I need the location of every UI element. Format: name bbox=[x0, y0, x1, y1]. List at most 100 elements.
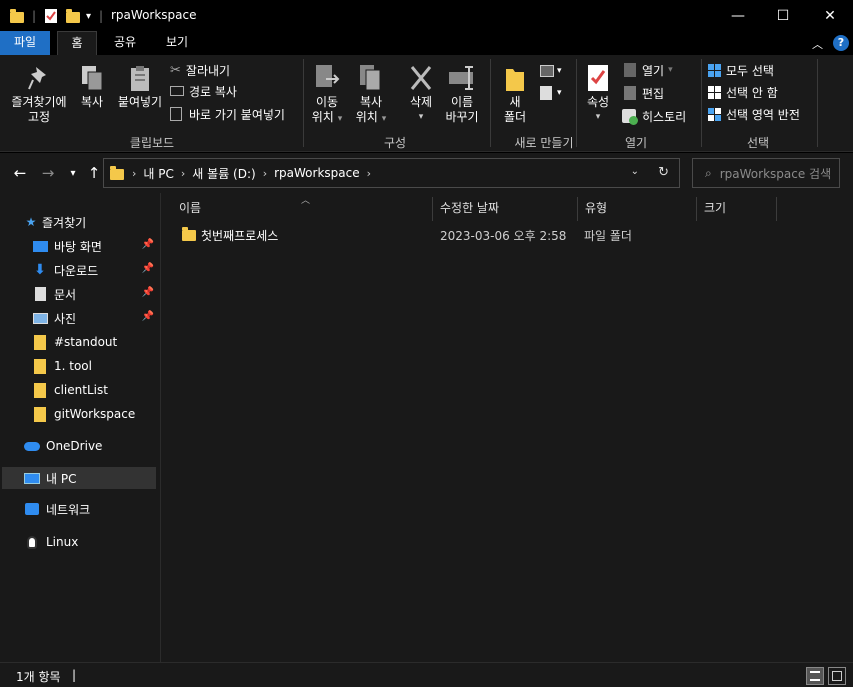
title-bar: | ▾ | rpaWorkspace — ☐ ✕ bbox=[0, 0, 853, 31]
nav-item-documents[interactable]: 문서 📌 bbox=[32, 283, 156, 305]
pin-icon[interactable]: 📌 bbox=[142, 239, 154, 250]
nav-item-clientlist[interactable]: clientList bbox=[32, 379, 156, 401]
rename-button[interactable]: 이름 바꾸기 bbox=[440, 63, 484, 125]
move-to-button[interactable]: 이동 위치 ▾ bbox=[308, 63, 346, 127]
address-dropdown-icon[interactable]: ⌄ bbox=[631, 166, 639, 177]
refresh-icon[interactable]: ↻ bbox=[658, 165, 669, 180]
help-icon[interactable]: ? bbox=[833, 35, 849, 51]
new-folder-button[interactable]: 새 폴더 bbox=[496, 63, 534, 125]
group-label-new: 새로 만들기 bbox=[514, 136, 574, 150]
nav-label: 내 PC bbox=[46, 471, 77, 486]
close-button[interactable]: ✕ bbox=[807, 0, 853, 31]
new-folder-quick-icon[interactable] bbox=[66, 7, 80, 25]
folder-icon bbox=[182, 227, 196, 252]
penguin-icon bbox=[24, 534, 40, 550]
pin-icon[interactable]: 📌 bbox=[142, 311, 154, 322]
delete-button[interactable]: 삭제 ▾ bbox=[402, 63, 440, 125]
pin-icon[interactable]: 📌 bbox=[142, 263, 154, 274]
minimize-button[interactable]: — bbox=[715, 0, 761, 31]
pin-to-quick-access-button[interactable]: 즐겨찾기에 고정 bbox=[6, 65, 72, 125]
search-placeholder: rpaWorkspace 검색 bbox=[719, 166, 832, 181]
back-button[interactable]: ← bbox=[10, 163, 30, 183]
forward-button[interactable]: → bbox=[38, 163, 58, 183]
chevron-down-icon: ▾ bbox=[381, 114, 387, 124]
table-row[interactable]: 첫번째프로세스 2023-03-06 오후 2:58 파일 폴더 bbox=[161, 225, 853, 247]
maximize-button[interactable]: ☐ bbox=[760, 0, 806, 31]
search-input[interactable]: ⌕ rpaWorkspace 검색 bbox=[692, 158, 840, 188]
tab-file[interactable]: 파일 bbox=[0, 31, 50, 55]
nav-item-pictures[interactable]: 사진 📌 bbox=[32, 307, 156, 329]
chevron-right-icon: › bbox=[262, 166, 268, 180]
nav-item-gitworkspace[interactable]: gitWorkspace bbox=[32, 403, 156, 425]
move-to-label-2-text: 위치 bbox=[311, 110, 334, 124]
item-count: 1개 항목 bbox=[16, 670, 61, 684]
column-header-size[interactable]: 크기 bbox=[697, 197, 777, 221]
history-label: 히스토리 bbox=[642, 109, 687, 124]
cut-button[interactable]: ✂ 잘라내기 bbox=[170, 60, 230, 80]
column-header-modified[interactable]: 수정한 날짜 bbox=[433, 197, 578, 221]
tab-share[interactable]: 공유 bbox=[105, 31, 145, 55]
pin-icon[interactable]: 📌 bbox=[142, 287, 154, 298]
chevron-right-icon: › bbox=[366, 166, 372, 180]
copy-to-button[interactable]: 복사 위치 ▾ bbox=[352, 63, 390, 127]
nav-item-downloads[interactable]: ⬇ 다운로드 📌 bbox=[32, 259, 156, 281]
properties-button[interactable]: 속성 ▾ bbox=[580, 63, 616, 125]
nav-item-linux[interactable]: Linux bbox=[24, 531, 156, 553]
history-button[interactable]: 히스토리 bbox=[622, 106, 686, 126]
details-view-button[interactable] bbox=[806, 667, 824, 685]
rename-icon bbox=[440, 63, 484, 95]
copy-button[interactable]: 복사 bbox=[76, 65, 108, 110]
group-label-open: 열기 bbox=[624, 136, 648, 150]
select-none-button[interactable]: 선택 안 함 bbox=[708, 82, 778, 102]
nav-item-network[interactable]: 네트워크 bbox=[24, 498, 156, 520]
new-item-button[interactable]: ▾ bbox=[540, 61, 562, 81]
customize-quick-access-icon[interactable]: ▾ bbox=[86, 7, 91, 25]
nav-item-standout[interactable]: #standout bbox=[32, 331, 156, 353]
network-icon bbox=[24, 501, 40, 517]
paste-button[interactable]: 붙여넣기 bbox=[114, 65, 166, 110]
pin-icon bbox=[6, 65, 72, 95]
open-button[interactable]: 열기 ▾ bbox=[624, 60, 673, 80]
nav-item-onedrive[interactable]: OneDrive bbox=[24, 435, 156, 457]
breadcrumb-this-pc[interactable]: 내 PC bbox=[143, 165, 173, 182]
chevron-down-icon: ▾ bbox=[595, 112, 601, 122]
breadcrumb-rpaworkspace[interactable]: rpaWorkspace bbox=[274, 166, 360, 180]
pictures-icon bbox=[32, 310, 48, 326]
invert-selection-button[interactable]: 선택 영역 반전 bbox=[708, 104, 800, 124]
chevron-right-icon: › bbox=[180, 166, 186, 180]
nav-item-quick-access[interactable]: ★ 즐겨찾기 bbox=[24, 211, 178, 233]
group-divider bbox=[303, 59, 304, 147]
copy-to-label-2-text: 위치 bbox=[355, 110, 378, 124]
large-icons-view-button[interactable] bbox=[828, 667, 846, 685]
select-none-label: 선택 안 함 bbox=[726, 85, 778, 100]
nav-label: 문서 bbox=[54, 287, 77, 302]
column-header-name[interactable]: 이름 bbox=[172, 197, 433, 221]
collapse-ribbon-icon[interactable]: ︿ bbox=[812, 36, 823, 52]
scissors-icon: ✂ bbox=[170, 62, 181, 78]
paste-shortcut-button[interactable]: 바로 가기 붙여넣기 bbox=[170, 104, 285, 124]
properties-quick-icon[interactable] bbox=[44, 7, 58, 25]
recent-locations-button[interactable]: ▾ bbox=[63, 163, 83, 183]
group-divider bbox=[576, 59, 577, 147]
copy-path-button[interactable]: 경로 복사 bbox=[170, 81, 237, 101]
rename-label: 이름 bbox=[450, 95, 474, 109]
easy-access-button[interactable]: ▾ bbox=[540, 83, 562, 103]
breadcrumb-volume-d[interactable]: 새 볼륨 (D:) bbox=[192, 165, 255, 182]
up-button[interactable]: ↑ bbox=[84, 163, 104, 183]
column-header-type[interactable]: 유형 bbox=[578, 197, 697, 221]
chevron-right-icon: › bbox=[132, 166, 137, 180]
tab-home[interactable]: 홈 bbox=[57, 31, 97, 55]
tab-view[interactable]: 보기 bbox=[157, 31, 197, 55]
window-title: rpaWorkspace bbox=[111, 8, 197, 22]
edit-button[interactable]: 편집 bbox=[624, 83, 664, 103]
nav-label: #standout bbox=[54, 335, 118, 349]
nav-item-this-pc[interactable]: 내 PC bbox=[2, 467, 156, 489]
delete-icon bbox=[402, 63, 440, 95]
cloud-icon bbox=[24, 438, 40, 454]
select-all-button[interactable]: 모두 선택 bbox=[708, 60, 774, 80]
nav-item-desktop[interactable]: 바탕 화면 📌 bbox=[32, 235, 156, 257]
details-view-icon bbox=[810, 671, 820, 681]
group-divider bbox=[490, 59, 491, 147]
nav-item-tool[interactable]: 1. tool bbox=[32, 355, 156, 377]
address-bar[interactable]: › 내 PC › 새 볼륨 (D:) › rpaWorkspace › ⌄ ↻ bbox=[103, 158, 680, 188]
